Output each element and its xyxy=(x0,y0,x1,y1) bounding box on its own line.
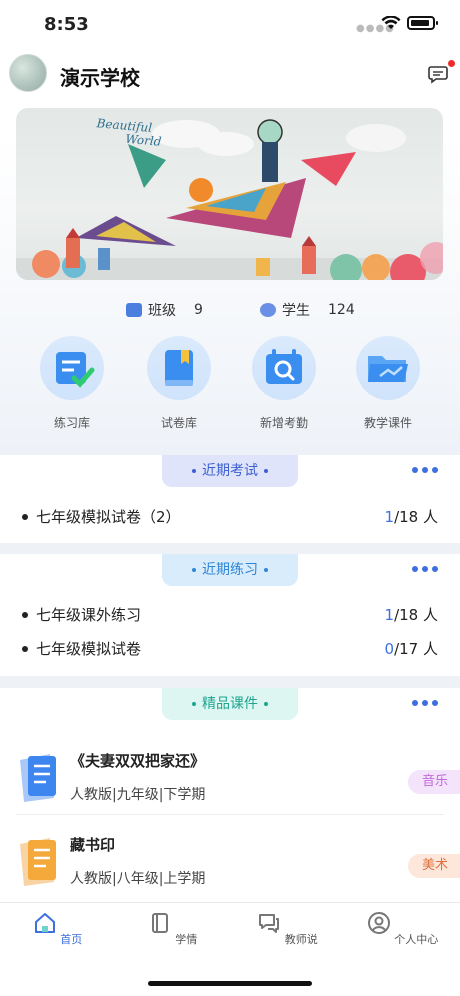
status-bar: 8:53 ●●●● xyxy=(0,0,460,50)
recent-practices-card: 近期练习 七年级课外练习 1/18 人 七年级模拟试卷 0/17 人 xyxy=(0,554,460,676)
practice-library-icon xyxy=(40,336,104,400)
course-title: 藏书印 xyxy=(70,836,116,854)
quick-action-label: 教学课件 xyxy=(363,416,412,430)
course-meta: 人教版|八年级|上学期 xyxy=(70,871,206,887)
practice-row[interactable]: 七年级课外练习 1/18 人 xyxy=(22,603,438,627)
courses-more-icon[interactable] xyxy=(412,700,438,708)
book-icon xyxy=(151,913,168,933)
banner[interactable]: Beautiful World xyxy=(16,108,443,280)
practice-row[interactable]: 七年级模拟试卷 0/17 人 xyxy=(22,637,438,661)
course-subject-tag: 音乐 xyxy=(407,770,460,794)
document-icon xyxy=(20,754,56,802)
battery-icon xyxy=(407,16,438,30)
practice-name: 七年级模拟试卷 xyxy=(36,640,142,658)
quick-actions: 练习库 试卷库 新增考勤 教学课件 xyxy=(0,336,460,436)
avatar[interactable] xyxy=(9,54,47,92)
courseware-folder-icon xyxy=(356,336,420,400)
recent-exams-card: 近期考试 七年级模拟试卷（2） 1/18 人 xyxy=(0,455,460,543)
quick-action-label: 新增考勤 xyxy=(259,416,308,430)
featured-courses-card: 精品课件 《夫妻双双把家还》 人教版|九年级|下学期 音乐 藏书印 人教版|八年… xyxy=(0,688,460,902)
practice-progress: 1/18 人 xyxy=(384,606,438,624)
recent-exams-header: 近期考试 xyxy=(162,455,298,487)
unread-badge xyxy=(448,60,455,67)
tab-teacher-talk[interactable]: 教师说 xyxy=(230,911,345,947)
tab-label: 个人中心 xyxy=(394,933,439,946)
practice-name: 七年级课外练习 xyxy=(36,606,142,624)
home-indicator xyxy=(148,981,312,986)
course-subject-tag: 美术 xyxy=(407,854,460,878)
recent-practices-title: 近期练习 xyxy=(202,562,258,578)
chat-bubble-icon[interactable] xyxy=(428,64,448,84)
course-meta: 人教版|九年级|下学期 xyxy=(70,787,206,803)
document-icon xyxy=(20,838,56,886)
tab-label: 首页 xyxy=(60,933,83,946)
paper-library-icon xyxy=(147,336,211,400)
student-icon xyxy=(260,303,276,317)
featured-courses-title: 精品课件 xyxy=(202,696,258,712)
recent-exams-title: 近期考试 xyxy=(202,463,258,479)
attendance-icon xyxy=(252,336,316,400)
exam-progress: 1/18 人 xyxy=(384,508,438,526)
banner-illustration xyxy=(16,119,443,280)
exams-more-icon[interactable] xyxy=(412,467,438,475)
class-stats: 班级 9 学生 124 xyxy=(0,298,460,322)
class-value: 9 xyxy=(194,302,203,318)
course-title: 《夫妻双双把家还》 xyxy=(70,752,206,770)
featured-courses-header: 精品课件 xyxy=(162,688,298,720)
tab-label: 学情 xyxy=(175,933,198,946)
tab-profile[interactable]: 个人中心 xyxy=(345,911,460,947)
tab-home[interactable]: 首页 xyxy=(0,911,115,947)
chat-icon xyxy=(259,914,280,933)
tab-label: 教师说 xyxy=(284,933,318,946)
course-item[interactable]: 藏书印 人教版|八年级|上学期 美术 xyxy=(16,828,460,912)
student-count: 学生 124 xyxy=(260,300,355,320)
quick-action-label: 练习库 xyxy=(53,416,90,430)
practices-more-icon[interactable] xyxy=(412,566,438,574)
course-item[interactable]: 《夫妻双双把家还》 人教版|九年级|下学期 音乐 xyxy=(16,744,460,828)
class-count: 班级 9 xyxy=(126,300,203,320)
class-label: 班级 xyxy=(148,303,176,319)
school-name: 演示学校 xyxy=(60,66,140,90)
home-icon xyxy=(34,913,55,933)
status-time: 8:53 xyxy=(44,14,89,35)
class-icon xyxy=(126,303,142,317)
divider xyxy=(16,814,444,815)
tab-learning-status[interactable]: 学情 xyxy=(115,911,230,947)
quick-action-practice-library[interactable]: 练习库 xyxy=(30,336,114,431)
practice-progress: 0/17 人 xyxy=(384,640,438,658)
quick-action-attendance[interactable]: 新增考勤 xyxy=(242,336,326,431)
quick-action-courseware[interactable]: 教学课件 xyxy=(346,336,430,431)
student-label: 学生 xyxy=(282,303,310,319)
exam-name: 七年级模拟试卷（2） xyxy=(36,508,181,526)
exam-row[interactable]: 七年级模拟试卷（2） 1/18 人 xyxy=(22,505,438,529)
banner-caption-line2: World xyxy=(124,131,162,149)
student-value: 124 xyxy=(328,302,355,318)
wifi-icon xyxy=(381,16,401,29)
recent-practices-header: 近期练习 xyxy=(162,554,298,586)
user-icon xyxy=(367,912,390,934)
app-header: 演示学校 xyxy=(0,54,460,96)
quick-action-paper-library[interactable]: 试卷库 xyxy=(137,336,221,431)
quick-action-label: 试卷库 xyxy=(160,416,197,430)
